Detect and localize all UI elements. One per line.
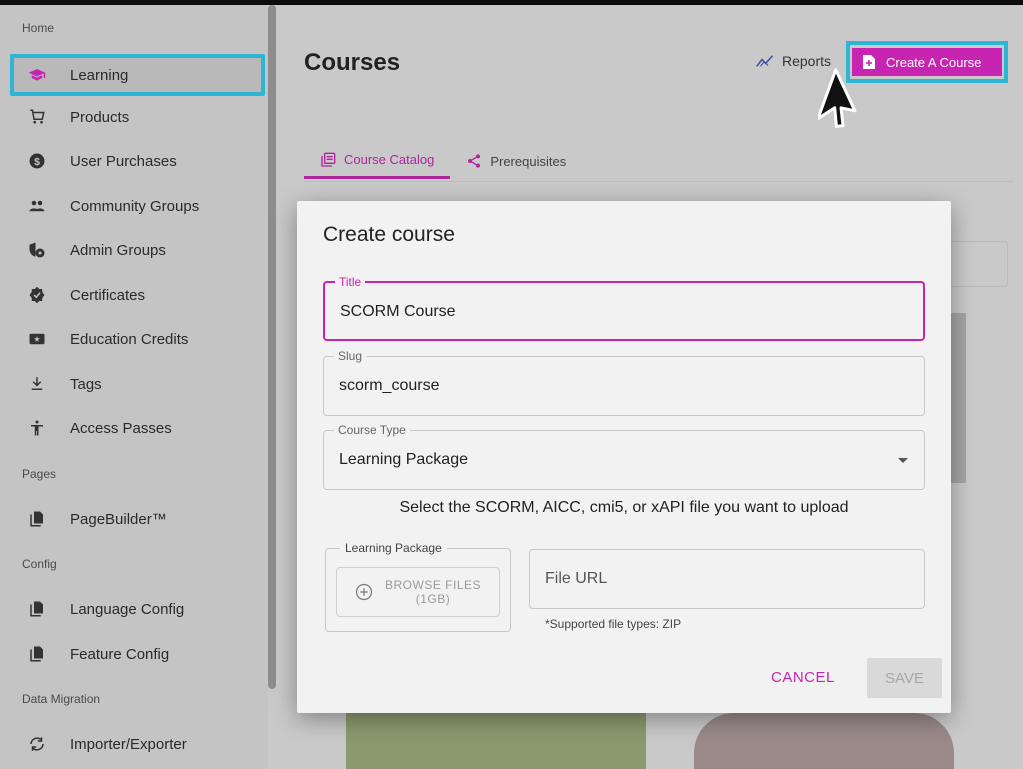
learning-package-group: Learning Package BROWSE FILES (1GB) bbox=[325, 541, 511, 632]
chart-line-icon bbox=[756, 55, 774, 67]
sidebar-item-label: Tags bbox=[70, 375, 102, 393]
create-course-label: Create A Course bbox=[886, 54, 982, 70]
active-highlight bbox=[10, 54, 265, 96]
admin-group-icon bbox=[26, 239, 48, 261]
sidebar-item-label: Language Config bbox=[70, 600, 185, 618]
slug-field-label: Slug bbox=[334, 349, 367, 363]
sidebar-item-label: User Purchases bbox=[70, 152, 177, 170]
section-pages: Pages bbox=[22, 467, 57, 481]
sidebar-item-language-config[interactable]: Language Config bbox=[14, 591, 262, 627]
title-field[interactable]: Title SCORM Course bbox=[323, 275, 925, 341]
file-url-placeholder: File URL bbox=[545, 570, 608, 587]
sidebar-item-label: Community Groups bbox=[70, 197, 200, 215]
sidebar-item-label: Certificates bbox=[70, 286, 146, 304]
sidebar-item-label: Feature Config bbox=[70, 645, 170, 663]
sidebar-item-tags[interactable]: Tags bbox=[14, 366, 262, 402]
upload-instructions: Select the SCORM, AICC, cmi5, or xAPI fi… bbox=[399, 499, 849, 516]
tab-course-catalog[interactable]: Course Catalog bbox=[304, 143, 451, 179]
sidebar-item-label: PageBuilder™ bbox=[70, 510, 167, 528]
tag-icon bbox=[26, 373, 48, 395]
svg-text:$: $ bbox=[34, 156, 40, 168]
sidebar-item-products[interactable]: Products bbox=[14, 99, 262, 135]
tab-prerequisites[interactable]: Prerequisites bbox=[450, 143, 582, 179]
sidebar-item-label: Admin Groups bbox=[70, 241, 166, 259]
browse-files-label: BROWSE FILES bbox=[384, 578, 482, 592]
tab-label: Course Catalog bbox=[344, 152, 435, 167]
browse-files-size: (1GB) bbox=[415, 592, 451, 606]
section-data-migration: Data Migration bbox=[22, 692, 101, 706]
title-field-label: Title bbox=[335, 275, 366, 289]
sidebar-item-certificates[interactable]: Certificates bbox=[14, 277, 262, 313]
slug-field-value: scorm_course bbox=[339, 377, 440, 394]
sync-icon bbox=[26, 733, 48, 755]
sidebar-item-pagebuilder[interactable]: PageBuilder™ bbox=[14, 501, 262, 537]
title-field-value: SCORM Course bbox=[340, 303, 456, 320]
sidebar: Home Learning Products $ User Purchases … bbox=[0, 5, 268, 769]
tabs-divider bbox=[304, 181, 1014, 182]
background-course-thumbnail bbox=[694, 713, 954, 769]
file-url-input[interactable]: File URL bbox=[529, 549, 925, 609]
people-icon bbox=[26, 195, 48, 217]
sidebar-item-admin-groups[interactable]: Admin Groups bbox=[14, 232, 262, 268]
section-home: Home bbox=[22, 21, 55, 35]
browse-files-text: BROWSE FILES (1GB) bbox=[385, 578, 481, 606]
create-course-button[interactable]: Create A Course bbox=[852, 48, 1002, 76]
sidebar-item-label: Importer/Exporter bbox=[70, 735, 187, 753]
credits-icon bbox=[26, 328, 48, 350]
catalog-icon bbox=[321, 152, 336, 167]
cancel-button[interactable]: CANCEL bbox=[771, 669, 835, 686]
page-title: Courses bbox=[304, 49, 401, 76]
course-tabs: Course Catalog Prerequisites bbox=[304, 143, 582, 181]
sidebar-item-label: Products bbox=[70, 108, 130, 126]
sidebar-item-feature-config[interactable]: Feature Config bbox=[14, 636, 262, 672]
sidebar-item-access-passes[interactable]: Access Passes bbox=[14, 410, 262, 446]
learning-package-label: Learning Package bbox=[340, 541, 447, 555]
section-config: Config bbox=[22, 557, 57, 571]
mouse-cursor-icon bbox=[816, 67, 862, 138]
sidebar-item-community-groups[interactable]: Community Groups bbox=[14, 188, 262, 224]
background-course-thumbnail bbox=[346, 713, 646, 769]
cart-icon bbox=[26, 106, 48, 128]
add-page-icon bbox=[863, 55, 875, 69]
sidebar-item-label: Access Passes bbox=[70, 419, 172, 437]
pages-icon bbox=[26, 598, 48, 620]
save-button[interactable]: SAVE bbox=[867, 658, 942, 698]
badge-icon bbox=[26, 284, 48, 306]
browse-files-button[interactable]: BROWSE FILES (1GB) bbox=[336, 567, 500, 617]
plus-circle-icon bbox=[355, 583, 373, 601]
person-icon bbox=[26, 417, 48, 439]
create-course-dialog: Create course Title SCORM Course Slug sc… bbox=[297, 201, 951, 713]
sidebar-item-user-purchases[interactable]: $ User Purchases bbox=[14, 143, 262, 179]
course-type-value: Learning Package bbox=[339, 451, 468, 468]
course-type-select[interactable]: Course Type Learning Package bbox=[323, 423, 925, 490]
supported-file-types: *Supported file types: ZIP bbox=[545, 617, 682, 631]
share-icon bbox=[468, 154, 481, 168]
pages-icon bbox=[26, 508, 48, 530]
sidebar-item-importer-exporter[interactable]: Importer/Exporter bbox=[14, 726, 262, 762]
sidebar-item-education-credits[interactable]: Education Credits bbox=[14, 321, 262, 357]
sidebar-item-label: Education Credits bbox=[70, 330, 189, 348]
pages-icon bbox=[26, 643, 48, 665]
dollar-icon: $ bbox=[26, 150, 48, 172]
dialog-title: Create course bbox=[323, 223, 455, 246]
course-type-label: Course Type bbox=[334, 423, 410, 437]
slug-field[interactable]: Slug scorm_course bbox=[323, 349, 925, 416]
tab-label: Prerequisites bbox=[490, 153, 567, 169]
sidebar-scrollbar[interactable] bbox=[268, 5, 276, 689]
app-window: Home Learning Products $ User Purchases … bbox=[0, 5, 1023, 769]
chevron-down-icon bbox=[898, 458, 908, 463]
